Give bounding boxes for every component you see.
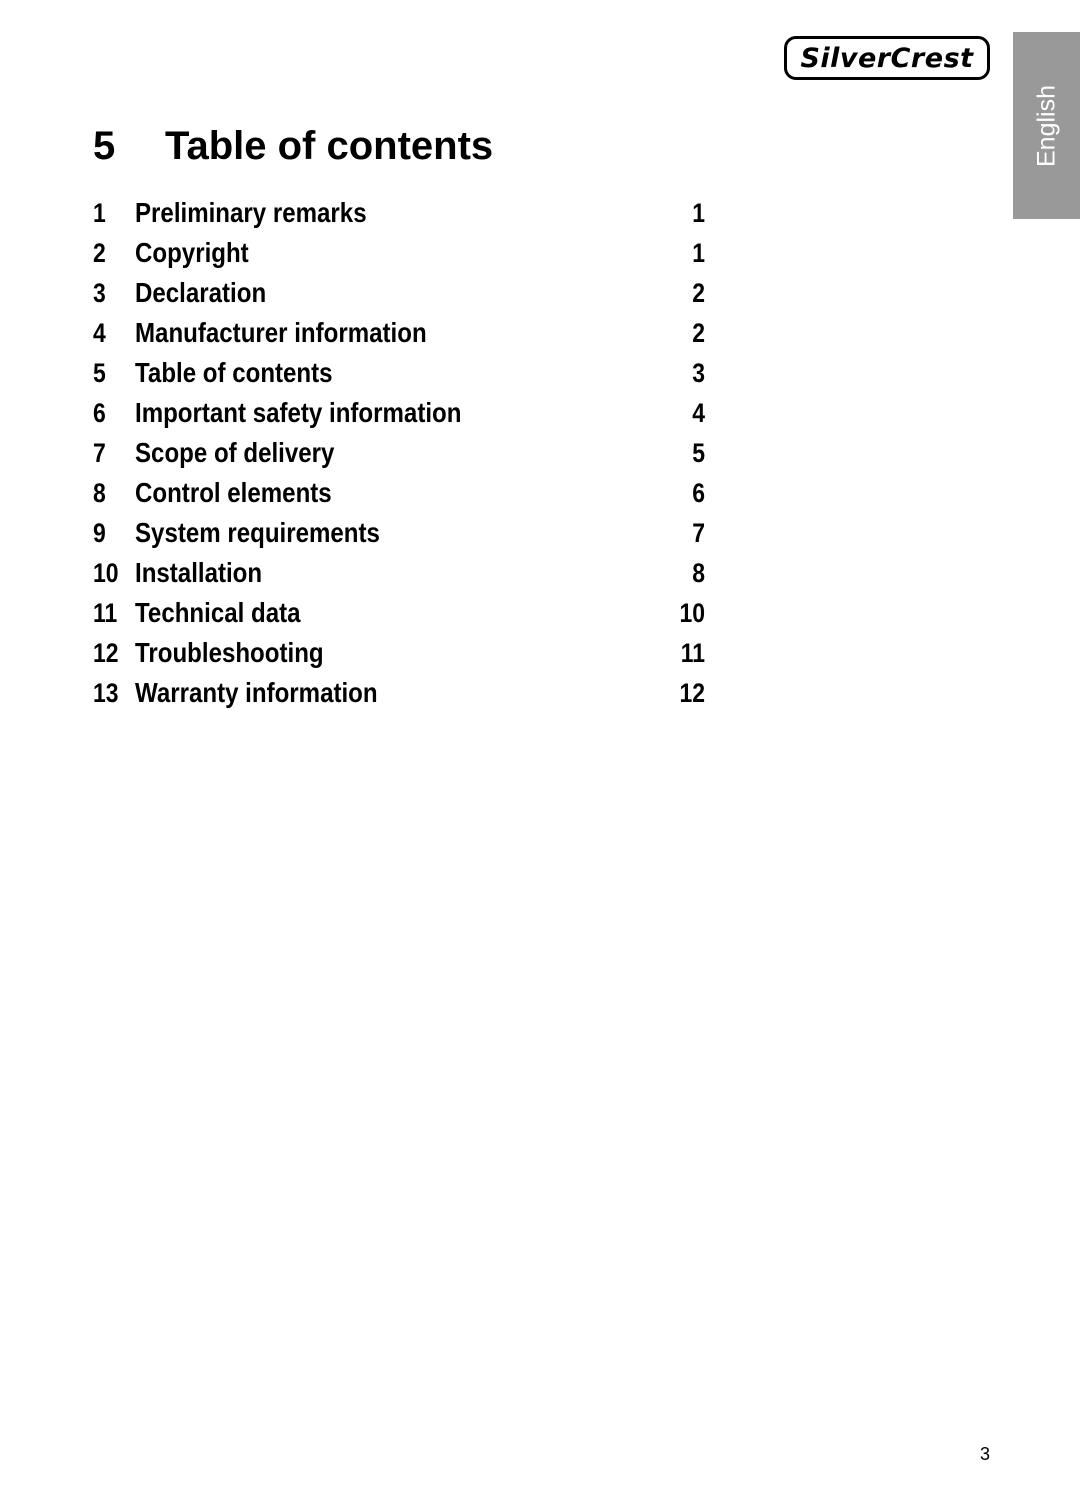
toc-entry-title: Scope of delivery <box>135 437 335 468</box>
section-title: Table of contents <box>165 124 494 168</box>
toc-entry-page: 1 <box>692 197 705 228</box>
toc-entry-title: Technical data <box>135 597 301 628</box>
toc-entry[interactable]: 3 Declaration 2 <box>93 273 705 313</box>
toc-entry-page: 8 <box>692 557 705 588</box>
toc-entry-title: Installation <box>135 557 263 588</box>
toc-entry-page: 2 <box>692 317 705 348</box>
toc-entry-number: 13 <box>93 677 119 708</box>
toc-entry-number: 7 <box>93 437 106 468</box>
toc-entry[interactable]: 12 Troubleshooting 11 <box>93 633 705 673</box>
silvercrest-logo: SilverCrest <box>784 36 990 80</box>
toc-entry-number: 10 <box>93 557 119 588</box>
toc-entry[interactable]: 4 Manufacturer information 2 <box>93 313 705 353</box>
toc-entry-page: 3 <box>692 357 705 388</box>
toc-entry-page: 11 <box>680 637 705 668</box>
toc-entry-number: 2 <box>93 237 106 268</box>
page-number: 3 <box>980 1444 991 1464</box>
toc-entry-number: 11 <box>93 597 118 628</box>
toc-entry[interactable]: 7 Scope of delivery 5 <box>93 433 705 473</box>
toc-entry[interactable]: 10 Installation 8 <box>93 553 705 593</box>
toc-entry-number: 5 <box>93 357 106 388</box>
toc-entry-title: System requirements <box>135 517 380 548</box>
toc-entry-page: 6 <box>692 477 705 508</box>
toc-entry-title: Declaration <box>135 277 267 308</box>
toc-entry-number: 12 <box>93 637 119 668</box>
toc-entry[interactable]: 5 Table of contents 3 <box>93 353 705 393</box>
toc-entry[interactable]: 8 Control elements 6 <box>93 473 705 513</box>
section-number: 5 <box>93 124 116 168</box>
toc-entry-page: 7 <box>692 517 705 548</box>
language-label: English <box>1032 84 1060 167</box>
toc-entry-number: 4 <box>93 317 106 348</box>
toc-entry-page: 1 <box>692 237 705 268</box>
table-of-contents: 1 Preliminary remarks 1 2 Copyright 1 3 Declara… <box>93 193 705 713</box>
toc-entry-title: Table of contents <box>135 357 333 388</box>
toc-entry-number: 6 <box>93 397 106 428</box>
toc-entry-title: Control elements <box>135 477 332 508</box>
page-title: 5 Table of contents <box>93 124 493 169</box>
toc-entry-number: 1 <box>93 197 106 228</box>
toc-entry-title: Warranty information <box>135 677 378 708</box>
toc-entry-number: 9 <box>93 517 106 548</box>
toc-entry-title: Troubleshooting <box>135 637 324 668</box>
toc-entry[interactable]: 11 Technical data 10 <box>93 593 705 633</box>
toc-entry-page: 2 <box>692 277 705 308</box>
logo-text: SilverCrest <box>800 42 974 74</box>
toc-entry-page: 12 <box>679 677 705 708</box>
toc-entry[interactable]: 13 Warranty information 12 <box>93 673 705 713</box>
toc-entry-title: Manufacturer information <box>135 317 427 348</box>
toc-entry[interactable]: 1 Preliminary remarks 1 <box>93 193 705 233</box>
toc-entry[interactable]: 6 Important safety information 4 <box>93 393 705 433</box>
toc-entry-title: Copyright <box>135 237 249 268</box>
toc-entry-page: 4 <box>692 397 705 428</box>
toc-entry[interactable]: 2 Copyright 1 <box>93 233 705 273</box>
toc-entry-title: Important safety information <box>135 397 462 428</box>
toc-entry-page: 5 <box>692 437 705 468</box>
toc-entry-page: 10 <box>679 597 705 628</box>
toc-entry[interactable]: 9 System requirements 7 <box>93 513 705 553</box>
toc-entry-number: 3 <box>93 277 106 308</box>
toc-entry-title: Preliminary remarks <box>135 197 367 228</box>
language-tab: English <box>1013 32 1080 219</box>
toc-entry-number: 8 <box>93 477 106 508</box>
